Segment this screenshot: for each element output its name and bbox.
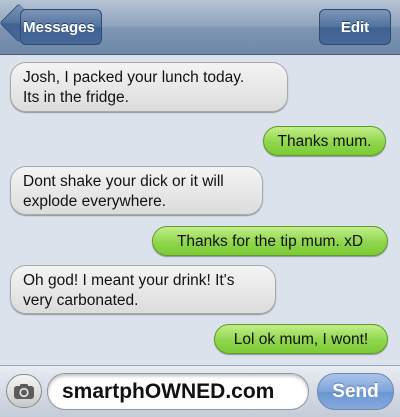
message-bubble-incoming: Dont shake your dick or it will explode … xyxy=(10,166,263,215)
compose-toolbar: smartphOWNED.com Send xyxy=(0,365,400,417)
edit-button[interactable]: Edit xyxy=(319,9,391,45)
message-bubble-incoming: Josh, I packed your lunch today. Its in … xyxy=(10,62,288,112)
send-button[interactable]: Send xyxy=(317,373,394,410)
camera-button[interactable] xyxy=(6,374,42,408)
back-button-label: Messages xyxy=(23,18,95,36)
camera-icon xyxy=(14,383,34,399)
send-button-label: Send xyxy=(332,380,379,402)
navigation-bar: Messages Edit xyxy=(0,0,400,55)
message-input[interactable]: smartphOWNED.com xyxy=(47,373,309,410)
message-bubble-outgoing: Lol ok mum, I wont! xyxy=(214,324,388,354)
messages-back-button[interactable]: Messages xyxy=(20,9,102,45)
message-bubble-incoming: Oh god! I meant your drink! It's very ca… xyxy=(10,265,276,314)
conversation: Josh, I packed your lunch today. Its in … xyxy=(0,55,400,365)
edit-button-label: Edit xyxy=(340,18,370,36)
message-input-value: smartphOWNED.com xyxy=(62,379,275,403)
message-bubble-outgoing: Thanks for the tip mum. xD xyxy=(152,226,388,256)
message-bubble-outgoing: Thanks mum. xyxy=(263,126,386,156)
